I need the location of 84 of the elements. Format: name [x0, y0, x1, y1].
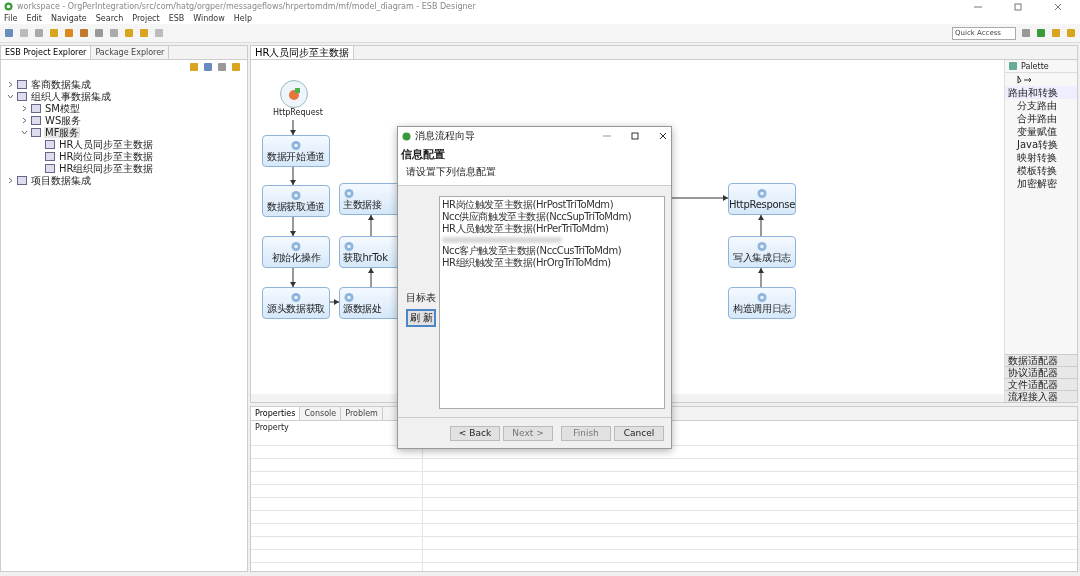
expand-right-icon[interactable]: [7, 80, 14, 88]
dialog-title: 消息流程向导: [415, 129, 476, 143]
toolbar-icon[interactable]: [1021, 28, 1031, 38]
maximize-icon[interactable]: [631, 132, 639, 140]
flow-node[interactable]: 数据获取通道: [262, 185, 330, 217]
view-tab[interactable]: Properties: [251, 407, 301, 420]
connector-arrow: [327, 299, 340, 305]
flow-node[interactable]: 构造调用日志: [728, 287, 796, 319]
list-item[interactable]: Ncc供应商触发至主数据(NccSupTriToMdm): [442, 211, 662, 223]
menu-item[interactable]: Edit: [26, 14, 42, 23]
page-description: 请设置下列信息配置: [405, 165, 497, 179]
list-item[interactable]: HR组织触发至主数据(HrOrgTriToMdm): [442, 257, 662, 269]
connector-arrow: [368, 214, 374, 237]
tree-item[interactable]: SM模型: [44, 102, 81, 114]
palette-item[interactable]: Java转换: [1005, 138, 1077, 151]
connector-arrow: [290, 119, 296, 136]
flow-node[interactable]: HttpResponse: [728, 183, 796, 215]
palette-item[interactable]: 模板转换: [1005, 164, 1077, 177]
menu-item[interactable]: Navigate: [50, 14, 87, 23]
list-item[interactable]: HR岗位触发至主数据(HrPostTriToMdm): [442, 199, 662, 211]
menu-item[interactable]: File: [4, 14, 18, 23]
connector-arrow: [290, 266, 296, 288]
palette-group[interactable]: 路由和转换: [1005, 86, 1077, 99]
refresh-button[interactable]: 刷 新: [406, 309, 436, 327]
connector-arrow: [758, 267, 764, 288]
connector-arrow: [758, 214, 764, 237]
connector-arrow: [290, 165, 296, 186]
tree-item[interactable]: HR人员同步至主数据: [58, 138, 155, 150]
expand-down-icon[interactable]: [7, 92, 14, 100]
list-item[interactable]: Ncc客户触发至主数据(NccCusTriToMdm): [442, 245, 662, 257]
wizard-button[interactable]: Cancel: [614, 425, 664, 441]
palette-item[interactable]: 合并路由: [1005, 112, 1077, 125]
palette-item[interactable]: 加密解密: [1005, 177, 1077, 190]
palette-drawer[interactable]: 流程接入器: [1005, 390, 1077, 402]
palette-item[interactable]: 分支路由: [1005, 99, 1077, 112]
editor-tab[interactable]: HR人员同步至主数据: [251, 46, 355, 59]
flow-node[interactable]: 初始化操作: [262, 236, 330, 268]
expand-right-icon[interactable]: [7, 176, 14, 184]
connector-arrow: [368, 267, 374, 288]
column-header: Property: [254, 421, 290, 433]
palette-item[interactable]: 变量赋值: [1005, 125, 1077, 138]
tree-item[interactable]: 客商数据集成: [30, 78, 92, 90]
save-icon[interactable]: [203, 62, 213, 72]
minimize-icon[interactable]: [603, 132, 611, 140]
menu-item[interactable]: Help: [233, 14, 253, 23]
menu-item[interactable]: Project: [132, 14, 160, 23]
wizard-button[interactable]: < Back: [450, 425, 500, 441]
request-icon: [287, 87, 301, 101]
restore-icon[interactable]: [1014, 2, 1022, 11]
palette-icon[interactable]: [1008, 61, 1018, 71]
expand-right-icon[interactable]: [21, 104, 28, 112]
tree-item[interactable]: HR组织同步至主数据: [58, 162, 155, 174]
flow-node[interactable]: 写入集成日志: [728, 236, 796, 268]
list-item[interactable]: HR人员触发至主数据(HrPerTriToMdm): [442, 223, 662, 235]
collapse-icon[interactable]: [217, 62, 227, 72]
tree-item[interactable]: WS服务: [44, 114, 83, 126]
app-logo-icon: [402, 131, 411, 141]
tree-item[interactable]: 项目数据集成: [30, 174, 92, 186]
expand-right-icon[interactable]: [21, 116, 28, 124]
link-icon[interactable]: [231, 62, 241, 72]
menu-item[interactable]: Search: [95, 14, 124, 23]
folder-icon: [17, 175, 27, 185]
expand-down-icon[interactable]: [21, 128, 28, 136]
flow-node[interactable]: 源头数据获取: [262, 287, 330, 319]
tree-item[interactable]: 组织人事数据集成: [30, 90, 112, 102]
sync-icon[interactable]: [189, 62, 199, 72]
palette-header[interactable]: Palette: [1005, 60, 1077, 73]
close-icon[interactable]: [659, 132, 667, 140]
node-label: HttpRequest: [273, 108, 323, 117]
palette-drawer[interactable]: 数据适配器: [1005, 354, 1077, 366]
window-title: workspace - OrgPerIntegration/src/com/hatg/orgper/messageflows/hrpertomdm/mf/model_diagram - ESB Designer: [17, 2, 477, 11]
palette-drawer[interactable]: 协议适配器: [1005, 366, 1077, 378]
flow-node[interactable]: 数据开始通道: [262, 135, 330, 167]
palette-item[interactable]: 映射转换: [1005, 151, 1077, 164]
connector-arrow: [670, 195, 729, 201]
view-tab[interactable]: ESB Project Explorer: [1, 46, 92, 59]
tree-item[interactable]: HR岗位同步至主数据: [58, 150, 155, 162]
tree-item[interactable]: MF服务: [44, 126, 81, 138]
palette-drawer[interactable]: 文件适配器: [1005, 378, 1077, 390]
select-tool-icon[interactable]: [1017, 75, 1033, 84]
connector-arrow: [290, 215, 296, 237]
menu-item[interactable]: Window: [193, 14, 225, 23]
menu-item[interactable]: ESB: [168, 14, 185, 23]
page-heading: 信息配置: [401, 147, 446, 162]
